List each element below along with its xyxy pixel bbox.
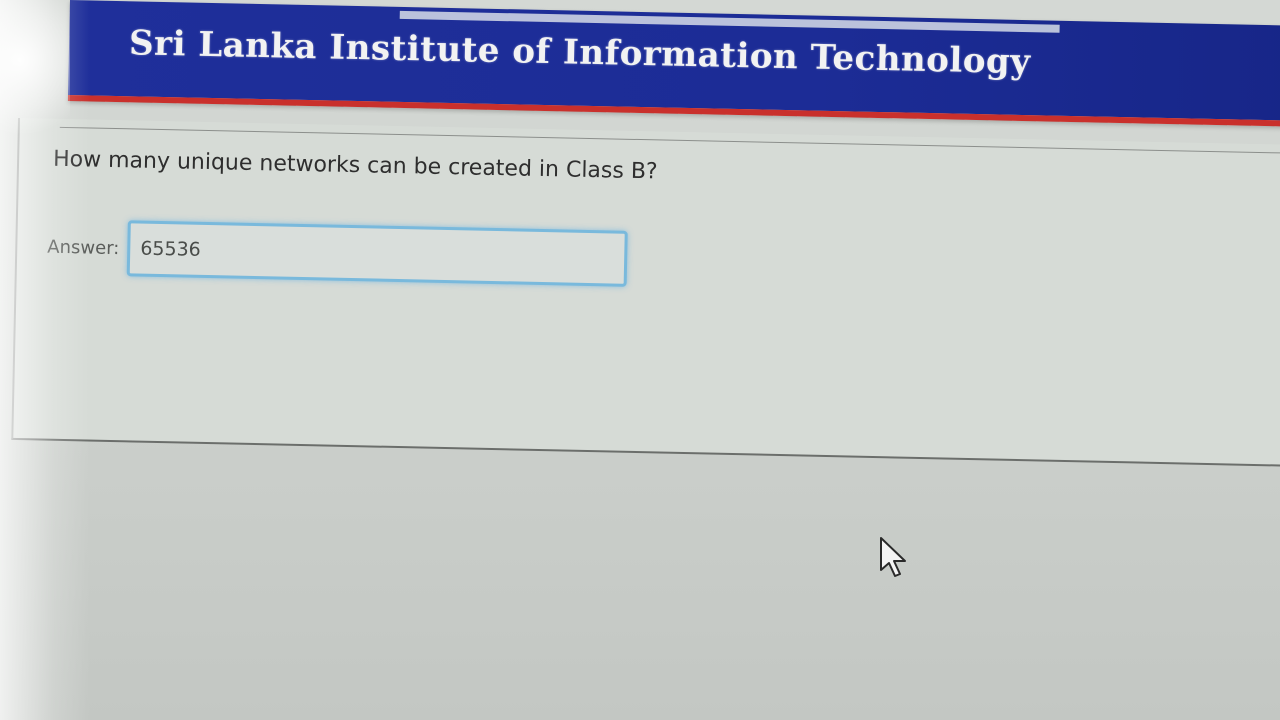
mouse-pointer-icon bbox=[880, 537, 906, 577]
institution-banner: Sri Lanka Institute of Information Techn… bbox=[67, 0, 1280, 127]
institution-title: Sri Lanka Institute of Information Techn… bbox=[128, 23, 1031, 83]
answer-label: Answer: bbox=[47, 236, 120, 259]
question-text: How many unique networks can be created … bbox=[52, 146, 658, 185]
answer-row: Answer: bbox=[47, 219, 628, 287]
question-panel: How many unique networks can be created … bbox=[11, 118, 1280, 467]
answer-input[interactable] bbox=[126, 220, 628, 287]
banner-strip bbox=[399, 10, 1060, 33]
quiz-screen: Sri Lanka Institute of Information Techn… bbox=[0, 0, 1280, 720]
screen-glare-spot bbox=[0, 0, 70, 140]
